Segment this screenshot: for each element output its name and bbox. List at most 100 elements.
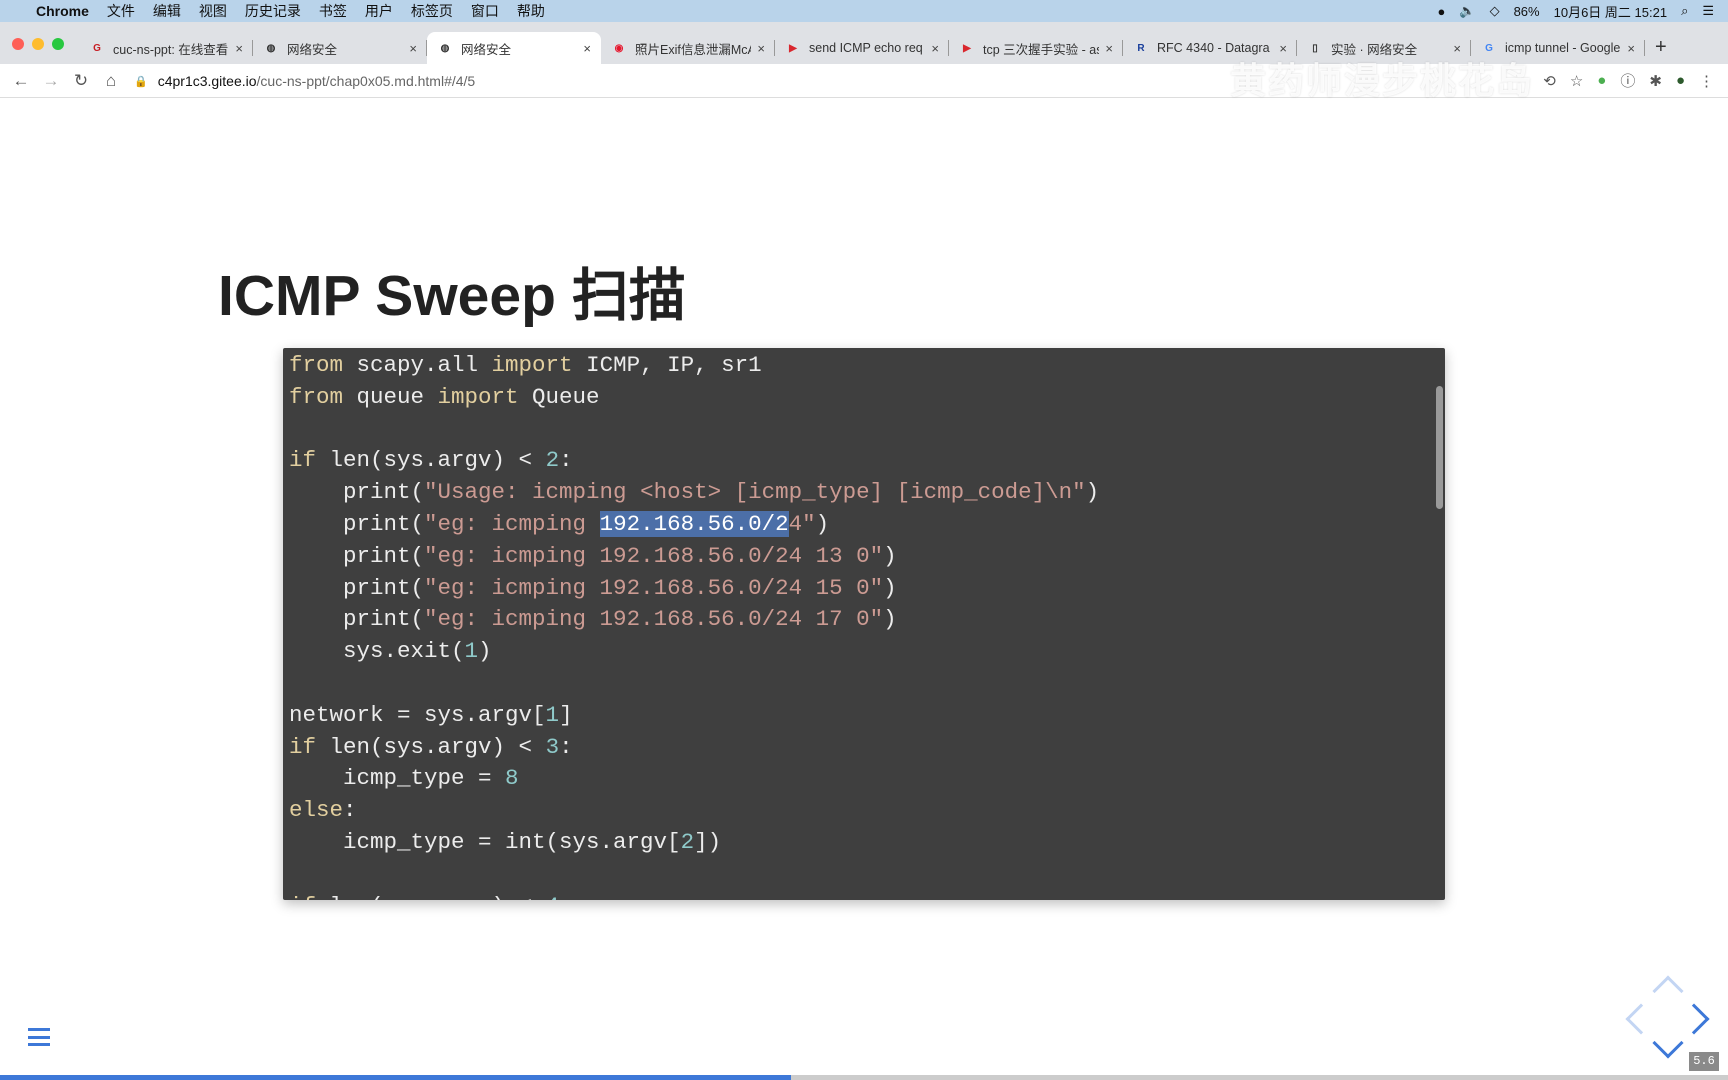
code-line: from queue import Queue [289,382,1099,414]
close-tab-icon[interactable]: × [1105,41,1113,56]
control-center-icon[interactable]: ☰ [1702,3,1714,19]
tab-title: send ICMP echo req [809,41,923,55]
close-tab-icon[interactable]: × [757,41,765,56]
code-number: 2 [680,828,695,855]
tab-6[interactable]: R RFC 4340 - Datagra × [1123,32,1297,64]
close-tab-icon[interactable]: × [1279,41,1287,56]
code-text: ]) [694,828,722,855]
menu-tab[interactable]: 标签页 [411,1,453,21]
obs-icon[interactable]: ● [1438,4,1446,19]
zoom-window-button[interactable] [52,38,64,50]
url-host: c4pr1c3.gitee.io [157,73,257,89]
forward-icon[interactable]: → [36,71,66,91]
code-text: scapy.all [343,352,492,378]
code-text: print( [289,574,425,601]
new-tab-button[interactable]: + [1655,36,1667,59]
tab-7[interactable]: ▯ 实验 · 网络安全 × [1297,32,1471,64]
tab-3[interactable]: ◉ 照片Exif信息泄漏McA × [601,32,775,64]
code-line: if len(sys.argv) < 3: [289,732,1099,764]
code-line: print("Usage: icmping <host> [icmp_type]… [289,477,1099,509]
slide-menu-icon[interactable] [28,1028,50,1046]
progress-fill [0,1075,792,1080]
code-line: from scapy.all import ICMP, IP, sr1 [289,350,1099,382]
code-keyword: if [289,447,317,474]
code-text: print( [289,510,425,537]
back-icon[interactable]: ← [6,71,36,91]
slide-progress-bar[interactable] [0,1075,1728,1080]
rfc-icon: R [1137,42,1145,54]
tab-title: 网络安全 [461,42,512,57]
nav-right-icon[interactable] [1678,1003,1710,1035]
menu-view[interactable]: 视图 [199,1,227,21]
profile-avatar[interactable]: ● [1676,72,1685,89]
nav-up-icon[interactable] [1652,975,1684,1007]
code-selection: 192.168.56.0/2 [599,510,789,537]
minimize-window-button[interactable] [32,38,44,50]
slide-number: 5.6 [1689,1052,1719,1071]
menu-file[interactable]: 文件 [107,1,135,21]
tab-4[interactable]: ▶ send ICMP echo req × [775,32,949,64]
tab-0[interactable]: Gcuc-ns-ppt: 在线查看 × [79,32,253,64]
code-text: : [559,447,573,474]
close-tab-icon[interactable]: × [1627,41,1635,56]
tab-8[interactable]: Gicmp tunnel - Google × [1471,32,1645,64]
tab-title: 网络安全 [287,42,338,57]
tab-strip: Gcuc-ns-ppt: 在线查看 × ◍ 网络安全 × ◍ 网络安全 × ◉ 照片Exif信息泄… [0,22,1728,64]
browser-toolbar: ← → ↻ ⌂ 🔒 c4pr1c3.gitee.io/cuc-ns-ppt/ch… [0,64,1728,98]
tab-title: tcp 三次握手实验 - as [983,42,1100,57]
menu-help[interactable]: 帮助 [517,1,545,21]
nav-down-icon[interactable] [1652,1027,1684,1059]
reload-icon[interactable]: ↻ [66,71,96,91]
menu-people[interactable]: 用户 [365,1,393,21]
more-menu-icon[interactable]: ⋮ [1699,72,1714,90]
wifi-icon[interactable]: ◇ [1490,3,1500,19]
close-window-button[interactable] [12,38,24,50]
volume-icon[interactable]: 🔈 [1459,3,1475,19]
menu-edit[interactable]: 编辑 [153,1,181,21]
bookmark-star-icon[interactable]: ☆ [1570,72,1583,90]
code-line: icmp_type = int(sys.argv[2]) [289,827,1099,859]
home-icon[interactable]: ⌂ [96,71,126,91]
code-text: ) [883,606,897,633]
nav-left-icon[interactable] [1625,1003,1657,1035]
info-icon[interactable]: ⓘ [1620,70,1635,91]
code-scrollbar[interactable] [1436,386,1443,509]
spotlight-icon[interactable]: ⌕ [1681,3,1688,19]
puzzle-icon[interactable]: ✱ [1649,72,1662,90]
code-string: "eg: icmping 192.168.56.0/24 13 0" [424,542,884,569]
tab-1[interactable]: ◍ 网络安全 × [253,32,427,64]
code-lines: from scapy.all import ICMP, IP, sr1 from … [289,350,1099,900]
close-tab-icon[interactable]: × [235,41,243,56]
code-block[interactable]: from scapy.all import ICMP, IP, sr1 from … [283,348,1445,900]
address-bar[interactable]: 🔒 c4pr1c3.gitee.io/cuc-ns-ppt/chap0x05.m… [134,68,1564,94]
battery-percent[interactable]: 86% [1514,4,1540,19]
code-number: 2 [545,447,560,474]
tab-2[interactable]: ◍ 网络安全 × [427,32,601,64]
tab-title: 实验 · 网络安全 [1331,42,1418,57]
close-tab-icon[interactable]: × [409,41,417,56]
code-string: "eg: icmping 192.168.56.0/24 15 0" [424,574,884,601]
book-icon: ▯ [1312,42,1318,54]
clock[interactable]: 10月6日 周二 15:21 [1554,2,1667,21]
tab-5[interactable]: ▶ tcp 三次握手实验 - as × [949,32,1123,64]
menu-app-name[interactable]: Chrome [36,3,89,19]
code-line: if len(sys.argv) < 4: [289,891,1099,900]
menu-history[interactable]: 历史记录 [245,1,301,21]
menu-bookmarks[interactable]: 书签 [319,1,347,21]
lock-icon[interactable]: 🔒 [134,75,148,88]
code-keyword: import [437,383,519,410]
translate-icon[interactable]: ⟲ [1543,72,1556,90]
close-tab-icon[interactable]: × [583,41,591,56]
menu-window[interactable]: 窗口 [471,1,499,21]
window-controls [12,38,64,50]
code-keyword: else [289,797,344,824]
code-number: 1 [464,638,479,665]
close-tab-icon[interactable]: × [1453,41,1461,56]
code-line: print("eg: icmping 192.168.56.0/24 15 0"… [289,573,1099,605]
code-line: sys.exit(1) [289,636,1099,668]
code-text: queue [343,383,438,410]
extension-icon[interactable]: ● [1597,72,1606,89]
close-tab-icon[interactable]: × [931,41,939,56]
